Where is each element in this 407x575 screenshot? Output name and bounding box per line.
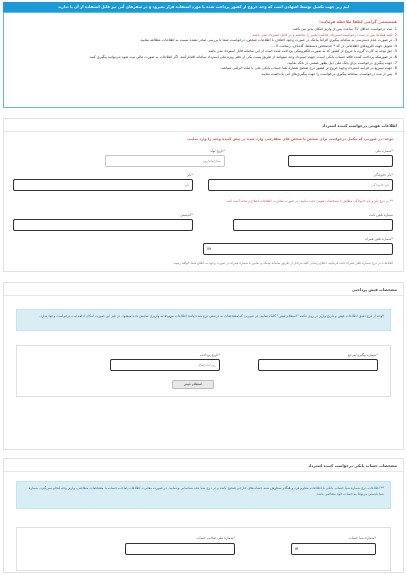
postal-code-label: کدپستی xyxy=(180,213,192,217)
first-name-input[interactable]: نام xyxy=(13,179,193,191)
national-id-input[interactable] xyxy=(288,155,393,167)
last-name-label: نام خانوادگی xyxy=(373,173,392,177)
sheba-input[interactable]: IR xyxy=(291,543,376,555)
account-info-box: ** اطلاعات درج شماره شبا حساب بانکی با ا… xyxy=(16,481,391,509)
payment-section: مشخصات فیش پرداختی *وجه از درج دقیق اطلا… xyxy=(3,282,404,450)
account-inner-panel: *شماره شبا حساب IR *شماره ملی صاحب حساب xyxy=(16,527,391,571)
last-name-placeholder: نام خانوادگی xyxy=(371,183,389,187)
mobile-note: اطلاعات در درج شماره تلفن همراه دقت فرما… xyxy=(172,261,393,265)
pay-date-label: تاریخ پرداخت xyxy=(199,353,219,357)
inquiry-button[interactable]: استعلام فیش xyxy=(172,380,214,389)
home-phone-input[interactable] xyxy=(233,219,393,231)
home-phone-label: شماره تلفن ثابت xyxy=(368,213,393,217)
notice-title: هممشمی گرامی لطفا ملاحظه فرمائید: xyxy=(319,19,397,24)
sheba-prefix: IR xyxy=(295,547,299,551)
birth-date-placeholder: سال/ماه/روز xyxy=(202,159,221,163)
sheba-label: شماره شبا حساب xyxy=(348,536,375,540)
tracking-label: شماره پیگیری/مرجع xyxy=(347,353,377,357)
birth-date-input[interactable]: سال/ماه/روز xyxy=(105,155,225,167)
last-name-input[interactable]: نام خانوادگی xyxy=(208,179,393,191)
account-section: مشخصات حساب بانکی درخواست کننده استرداد … xyxy=(3,458,404,573)
national-id-label: شماره ملی xyxy=(375,149,392,153)
tracking-input[interactable] xyxy=(258,359,378,371)
mobile-label: شماره تلفن همراه xyxy=(365,237,392,241)
notice-list: 1- ثبت درخواست حداقل 72 ساعت پس از واریز… xyxy=(10,27,397,77)
first-name-placeholder: نام xyxy=(184,183,189,187)
applicant-section-header: اطلاعات هویتی درخواست کننده استرداد xyxy=(4,119,403,132)
pay-date-input[interactable]: روز/ماه/سال xyxy=(110,359,220,371)
mobile-prefix: 09 xyxy=(207,247,212,251)
applicant-section: اطلاعات هویتی درخواست کننده استرداد توجه… xyxy=(3,118,404,272)
account-section-header: مشخصات حساب بانکی درخواست کننده استرداد xyxy=(4,459,403,472)
name-warning: ** در درج نام و نام خانوادگی مطابق با مش… xyxy=(225,199,393,203)
top-warning-bar: لیم زیر جهت تکمیل توسط اشهادی است که وجه… xyxy=(3,2,404,12)
birth-date-label: تاریخ تولد xyxy=(209,149,224,153)
postal-code-input[interactable] xyxy=(13,219,193,231)
payment-info-box: *وجه از درج دقیق اطلاعات فیش و تاریخ وار… xyxy=(16,309,391,331)
applicant-hint: توجه: در صورتی که مکمل درخواست برای شخص … xyxy=(186,137,393,141)
national-account-label: شماره ملی صاحب حساب xyxy=(196,536,234,540)
mobile-input[interactable]: 09 xyxy=(203,243,393,255)
pay-date-placeholder: روز/ماه/سال xyxy=(197,363,216,367)
payment-section-header: مشخصات فیش پرداختی xyxy=(4,283,403,296)
payment-inner-panel: *شماره پیگیری/مرجع *تاریخ پرداخت روز/ماه… xyxy=(16,345,391,397)
national-account-input[interactable] xyxy=(125,543,235,555)
notice-panel: هممشمی گرامی لطفا ملاحظه فرمائید: 1- ثبت… xyxy=(3,12,404,108)
notice-item: 9- پس از ثبت درخواست، سامانه پیگیری درخو… xyxy=(260,71,397,76)
